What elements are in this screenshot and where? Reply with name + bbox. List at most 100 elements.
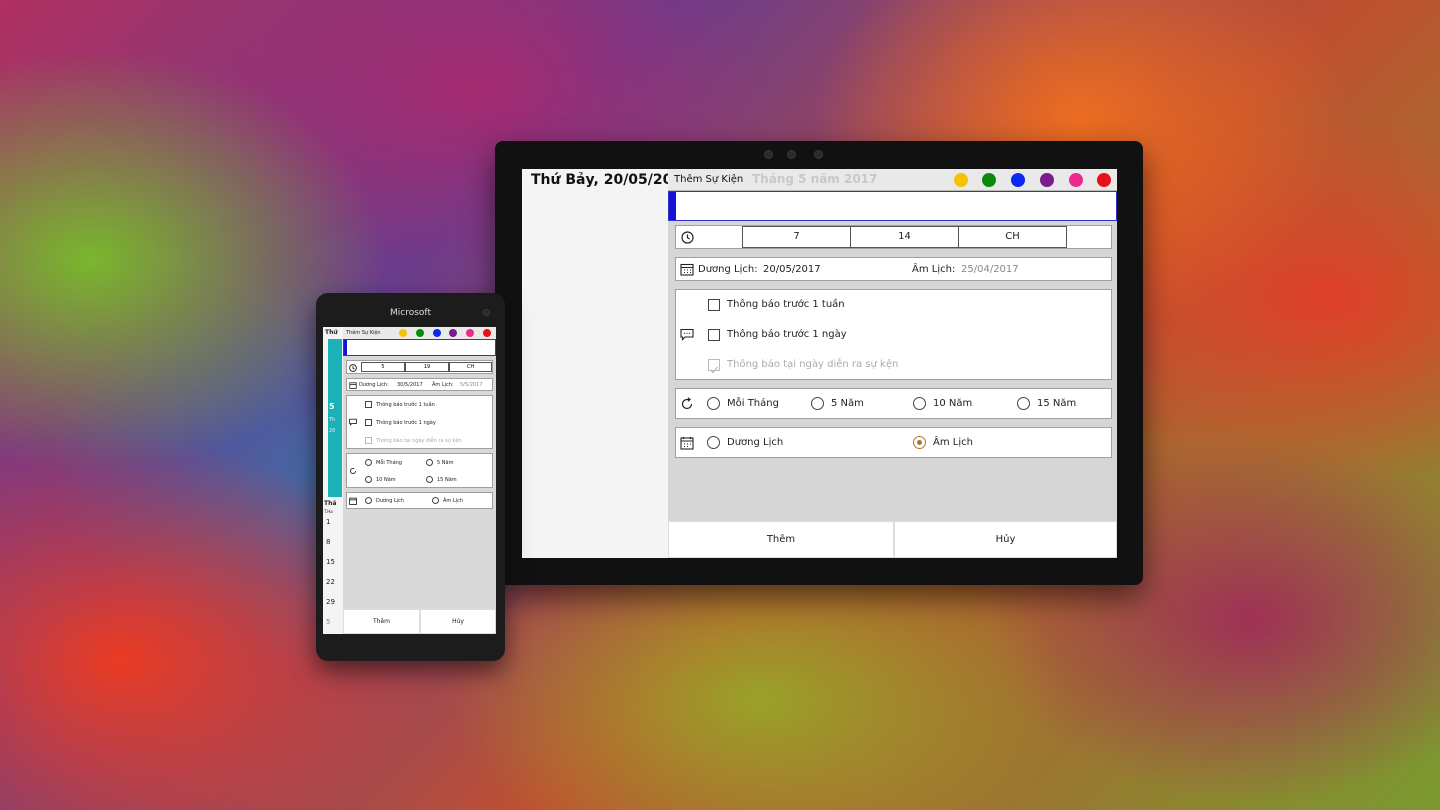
phone-teal-number: 5 xyxy=(329,402,335,411)
repeat-row: Mỗi Tháng 5 Năm 10 Năm 15 Năm xyxy=(675,388,1112,419)
date-row: Dương Lịch: 20/05/2017 Âm Lịch: 25/04/20… xyxy=(675,257,1112,281)
phone-day: 29 xyxy=(326,598,335,606)
color-yellow-button[interactable] xyxy=(954,173,968,187)
notify-day-checkbox[interactable] xyxy=(708,329,720,341)
phone-calendar-type-row: Dương Lịch Âm Lịch xyxy=(346,492,493,509)
color-blue-button[interactable] xyxy=(1011,173,1025,187)
solar-date-value[interactable]: 20/05/2017 xyxy=(763,264,821,275)
clock-icon xyxy=(681,231,694,244)
phone-color-red-button[interactable] xyxy=(483,329,491,337)
phone-teal-strip: 5 Th 20 xyxy=(328,339,342,497)
phone-color-pink-button[interactable] xyxy=(466,329,474,337)
period-picker[interactable]: CH xyxy=(958,226,1067,248)
add-button[interactable]: Thêm xyxy=(668,521,894,558)
phone-repeat-15-years-radio[interactable] xyxy=(426,476,433,483)
color-green-button[interactable] xyxy=(982,173,996,187)
phone-lunar-calendar-radio[interactable] xyxy=(432,497,439,504)
phone-repeat-row: Mỗi Tháng 5 Năm 10 Năm 15 Năm xyxy=(346,453,493,488)
tablet-device: Thứ Bảy, 20/05/2017 Thêm Sự Kiện Tháng 5… xyxy=(495,141,1143,585)
phone-notify-event-day-label: Thông báo tại ngày diễn ra sự kện xyxy=(376,438,462,444)
phone-device: Microsoft Thứ 5 Th 20 Thá T.Ha 1 8 15 22… xyxy=(316,293,505,661)
phone-repeat-5-years-radio[interactable] xyxy=(426,459,433,466)
phone-notify-day-checkbox[interactable] xyxy=(365,419,372,426)
solar-calendar-radio[interactable] xyxy=(707,436,720,449)
check-icon xyxy=(710,366,719,374)
lunar-calendar-label: Âm Lịch xyxy=(933,437,973,448)
phone-color-yellow-button[interactable] xyxy=(399,329,407,337)
phone-solar-date-value[interactable]: 30/5/2017 xyxy=(397,382,423,388)
month-title-behind: Tháng 5 năm 2017 xyxy=(752,172,878,186)
phone-lunar-date-value: 5/5/2017 xyxy=(460,382,483,388)
repeat-10-years-label: 10 Năm xyxy=(933,398,973,409)
phone-repeat-10-years-label: 10 Năm xyxy=(376,477,396,483)
phone-repeat-15-years-label: 15 Năm xyxy=(437,477,457,483)
repeat-15-years-label: 15 Năm xyxy=(1037,398,1077,409)
notification-group: Thông báo trước 1 tuần Thông báo trước 1… xyxy=(675,289,1112,380)
phone-solar-calendar-radio[interactable] xyxy=(365,497,372,504)
phone-notification-group: Thông báo trước 1 tuần Thông báo trước 1… xyxy=(346,395,493,449)
phone-event-title-input[interactable] xyxy=(343,339,496,356)
lunar-calendar-radio[interactable] xyxy=(913,436,926,449)
phone-add-button[interactable]: Thêm xyxy=(343,609,420,634)
repeat-monthly-radio[interactable] xyxy=(707,397,720,410)
phone-period-picker[interactable]: CH xyxy=(449,362,492,372)
phone-notify-week-label: Thông báo trước 1 tuần xyxy=(376,402,435,408)
repeat-monthly-label: Mỗi Tháng xyxy=(727,398,779,409)
add-event-panel: Thêm Sự Kiện Tháng 5 năm 2017 7 14 CH Dư… xyxy=(668,169,1117,558)
phone-panel-header: Thêm Sự Kiện xyxy=(343,327,496,339)
phone-repeat-icon xyxy=(349,467,357,475)
tablet-screen: Thứ Bảy, 20/05/2017 Thêm Sự Kiện Tháng 5… xyxy=(522,169,1117,558)
event-title-input[interactable] xyxy=(668,191,1117,221)
phone-solar-date-label: Dương Lịch: xyxy=(359,382,389,388)
color-pink-button[interactable] xyxy=(1069,173,1083,187)
phone-brand: Microsoft xyxy=(390,308,431,318)
panel-header: Thêm Sự Kiện Tháng 5 năm 2017 xyxy=(668,169,1117,191)
phone-day: 15 xyxy=(326,558,335,566)
color-red-button[interactable] xyxy=(1097,173,1111,187)
repeat-5-years-label: 5 Năm xyxy=(831,398,864,409)
repeat-5-years-radio[interactable] xyxy=(811,397,824,410)
repeat-15-years-radio[interactable] xyxy=(1017,397,1030,410)
hour-picker[interactable]: 7 xyxy=(742,226,851,248)
calendar-side-panel: Thứ Bảy, 20/05/2017 xyxy=(522,169,692,558)
repeat-10-years-radio[interactable] xyxy=(913,397,926,410)
message-icon xyxy=(680,328,694,341)
phone-week-title: Thá xyxy=(324,500,337,507)
phone-repeat-5-years-label: 5 Năm xyxy=(437,460,454,466)
camera-dot xyxy=(787,150,796,159)
calendar-icon xyxy=(680,263,694,276)
phone-solar-calendar-label: Dương Lịch xyxy=(376,498,405,504)
phone-teal-year: 20 xyxy=(329,428,336,434)
phone-calendar-icon xyxy=(349,382,357,389)
phone-date-row: Dương Lịch: 30/5/2017 Âm Lịch: 5/5/2017 xyxy=(346,378,493,391)
phone-calendar-type-icon xyxy=(349,497,357,505)
phone-lunar-calendar-label: Âm Lịch xyxy=(443,498,463,504)
phone-day: 22 xyxy=(326,578,335,586)
phone-lunar-date-label: Âm Lịch: xyxy=(432,382,454,388)
calendar-type-icon xyxy=(680,436,694,450)
minute-picker[interactable]: 14 xyxy=(850,226,959,248)
phone-cancel-button[interactable]: Hủy xyxy=(420,609,496,634)
camera-dot xyxy=(814,150,823,159)
notify-week-label: Thông báo trước 1 tuần xyxy=(727,299,845,310)
phone-color-green-button[interactable] xyxy=(416,329,424,337)
phone-color-purple-button[interactable] xyxy=(449,329,457,337)
phone-repeat-monthly-label: Mỗi Tháng xyxy=(376,460,402,466)
phone-week-sub: T.Ha xyxy=(324,509,333,514)
phone-repeat-monthly-radio[interactable] xyxy=(365,459,372,466)
phone-screen: Thứ 5 Th 20 Thá T.Ha 1 8 15 22 29 5 Thêm… xyxy=(323,327,496,634)
phone-side-panel: Thứ 5 Th 20 Thá T.Ha 1 8 15 22 29 5 xyxy=(323,327,343,634)
phone-notify-week-checkbox[interactable] xyxy=(365,401,372,408)
color-purple-button[interactable] xyxy=(1040,173,1054,187)
notify-week-checkbox[interactable] xyxy=(708,299,720,311)
phone-color-blue-button[interactable] xyxy=(433,329,441,337)
repeat-icon xyxy=(680,397,694,411)
phone-hour-picker[interactable]: 5 xyxy=(361,362,405,372)
solar-date-label: Dương Lịch: xyxy=(698,264,758,275)
phone-repeat-10-years-radio[interactable] xyxy=(365,476,372,483)
phone-notify-event-day-checkbox xyxy=(365,437,372,444)
phone-minute-picker[interactable]: 19 xyxy=(405,362,449,372)
phone-partial-title: Thứ xyxy=(325,329,338,336)
cancel-button[interactable]: Hủy xyxy=(894,521,1117,558)
phone-day: 8 xyxy=(326,538,331,546)
